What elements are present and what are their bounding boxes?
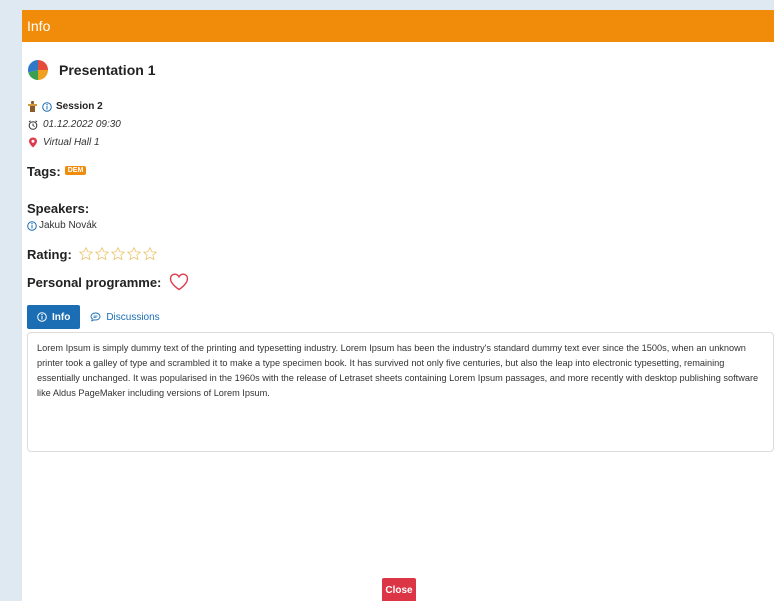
description-panel: Lorem Ipsum is simply dummy text of the … [27,332,774,452]
pie-chart-icon [27,59,48,81]
alarm-clock-icon [28,119,38,130]
tab-info[interactable]: Info [27,305,81,329]
personal-programme-label: Personal programme: [27,274,162,290]
datetime-line: 01.12.2022 09:30 [28,119,121,130]
presentation-title-row: Presentation 1 [27,59,155,81]
rating-stars [78,246,158,262]
map-pin-icon [29,137,37,148]
info-icon [27,220,37,231]
star-icon[interactable] [110,246,126,262]
rating-row: Rating: [27,246,158,262]
tag-badge[interactable]: DEM [64,166,87,176]
tags-row: Tags: DEM [27,163,87,181]
star-icon[interactable] [142,246,158,262]
tab-bar: Info Discussions [27,305,160,329]
close-button[interactable]: Close [382,578,416,601]
session-location: Virtual Hall 1 [43,137,100,148]
presentation-title: Presentation 1 [59,62,156,78]
modal-content: Presentation 1 Session 2 01.12.2022 09:3… [27,42,774,601]
session-datetime: 01.12.2022 09:30 [43,119,121,130]
podium-icon [28,101,37,112]
star-icon[interactable] [94,246,110,262]
modal-header: Info [22,10,774,42]
personal-programme-row: Personal programme: [27,273,189,291]
tab-discussions-label: Discussions [106,311,160,323]
tags-label: Tags: [27,164,61,179]
rating-label: Rating: [27,246,72,262]
heart-icon[interactable] [169,273,189,291]
speaker-item[interactable]: Jakub Novák [27,220,97,231]
tab-discussions[interactable]: Discussions [90,311,160,323]
tab-info-label: Info [52,311,71,323]
location-line: Virtual Hall 1 [28,137,100,148]
chat-bubble-icon [90,312,101,322]
speakers-label: Speakers: [27,201,90,216]
modal-title: Info [27,18,51,34]
info-icon [42,101,52,112]
info-modal: Info Presentation 1 Session 2 01.12.2022… [22,10,774,601]
info-icon [37,312,47,322]
session-name: Session 2 [56,101,103,112]
description-text: Lorem Ipsum is simply dummy text of the … [37,343,759,398]
speaker-name: Jakub Novák [39,220,97,231]
star-icon[interactable] [126,246,142,262]
session-line: Session 2 [28,101,103,112]
star-icon[interactable] [78,246,94,262]
